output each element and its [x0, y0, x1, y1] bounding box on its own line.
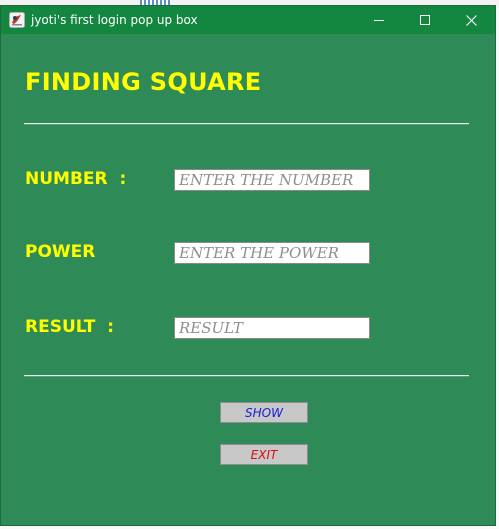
result-label: RESULT :	[25, 317, 115, 337]
power-label: POWER	[25, 242, 96, 262]
popup-window: jyoti's first login pop up box FINDING S…	[1, 6, 495, 525]
bottom-divider	[24, 375, 469, 377]
minimize-icon	[374, 20, 384, 21]
exit-button-label: EXIT	[250, 447, 278, 462]
java-app-icon[interactable]	[9, 12, 25, 28]
close-icon	[465, 14, 477, 26]
top-divider	[24, 123, 469, 125]
minimize-button[interactable]	[356, 6, 402, 34]
show-button-label: SHOW	[245, 405, 283, 420]
exit-button[interactable]: EXIT	[220, 444, 308, 465]
maximize-button[interactable]	[402, 6, 448, 34]
result-field[interactable]	[174, 317, 370, 339]
title-bar[interactable]: jyoti's first login pop up box	[1, 6, 495, 34]
show-button[interactable]: SHOW	[220, 402, 308, 423]
power-input[interactable]	[174, 242, 370, 264]
close-button[interactable]	[448, 6, 494, 34]
number-input[interactable]	[174, 169, 370, 191]
window-title: jyoti's first login pop up box	[31, 13, 198, 27]
page-title: FINDING SQUARE	[25, 68, 262, 96]
number-label: NUMBER :	[25, 169, 127, 189]
maximize-icon	[420, 15, 430, 25]
